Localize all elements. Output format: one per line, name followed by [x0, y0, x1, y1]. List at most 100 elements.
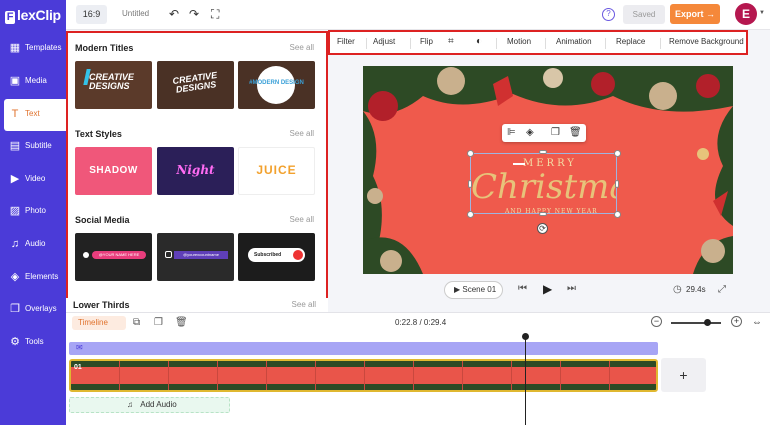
template-thumb[interactable]: SHADOW [75, 147, 152, 195]
template-thumb[interactable]: JUICE [238, 147, 315, 195]
app-logo: FlexClip [5, 7, 61, 24]
saved-button[interactable]: Saved [623, 5, 665, 24]
adjust-button[interactable]: Adjust [373, 37, 395, 46]
floating-element-toolbar: ⊫ ◈ ❐ 🗑 [502, 124, 586, 142]
clip-frame-thumbnail [169, 361, 218, 390]
nav-item-tools[interactable]: ⚙ Tools [0, 327, 66, 359]
play-icon[interactable]: ▶ [543, 282, 552, 296]
resize-handle[interactable] [614, 211, 621, 218]
color-icon[interactable]: ◐ [476, 36, 482, 47]
export-button[interactable]: Export → [670, 4, 720, 24]
nav-item-text[interactable]: T Text [4, 99, 66, 131]
undo-icon[interactable]: ↶ [169, 7, 179, 21]
resize-handle[interactable] [614, 150, 621, 157]
selection-box[interactable] [470, 153, 617, 214]
chevron-down-icon[interactable]: ▼ [759, 10, 765, 16]
aspect-ratio-button[interactable]: 16:9 [76, 5, 107, 24]
video-track-clip[interactable] [69, 359, 658, 392]
layers-icon[interactable]: ◈ [526, 127, 534, 139]
trash-icon[interactable]: 🗑 [175, 317, 188, 328]
zoom-out-icon[interactable]: − [651, 316, 662, 327]
nav-item-elements[interactable]: ◈ Elements [0, 262, 66, 294]
remove-background-button[interactable]: Remove Background [669, 37, 744, 46]
resize-handle[interactable] [467, 150, 474, 157]
clip-frame-thumbnail [365, 361, 414, 390]
clip-frame-thumbnail [561, 361, 610, 390]
animation-button[interactable]: Animation [556, 37, 592, 46]
duplicate-icon[interactable]: ❐ [154, 317, 163, 328]
template-thumb[interactable]: @YOUR NAME HERE [75, 233, 152, 281]
redo-icon[interactable]: ↷ [189, 7, 199, 21]
video-icon: ▶ [10, 173, 20, 185]
text-template-panel: Modern Titles See all CREATIVE DESIGNS C… [66, 31, 328, 311]
text-track-clip[interactable]: ✉ [69, 342, 658, 355]
template-thumb[interactable]: @yourexcountname [157, 233, 234, 281]
help-icon[interactable]: ? [602, 8, 615, 21]
nav-item-audio[interactable]: ♫ Audio [0, 229, 66, 261]
lower-thirds-header: Lower Thirds See all [66, 298, 328, 312]
resize-handle[interactable] [539, 212, 547, 216]
add-audio-label: Add Audio [140, 400, 177, 409]
template-thumb[interactable]: CREATIVE DESIGNS [75, 61, 152, 109]
rotate-icon[interactable]: ⟳ [537, 223, 548, 234]
text-track-icon: ✉ [76, 343, 83, 352]
see-all-lower-thirds[interactable]: See all [292, 300, 316, 309]
nav-item-media[interactable]: ▣ Media [0, 66, 66, 98]
nav-item-photo[interactable]: ▨ Photo [0, 196, 66, 228]
trash-icon[interactable]: 🗑 [569, 127, 582, 139]
previous-icon[interactable]: ⏮ [518, 283, 527, 294]
filter-button[interactable]: Filter [337, 37, 355, 46]
see-all-text-styles[interactable]: See all [290, 129, 314, 138]
resize-handle[interactable] [468, 180, 472, 188]
fit-timeline-icon[interactable]: ⇔ [752, 317, 762, 328]
add-scene-button[interactable]: + [661, 358, 706, 392]
template-thumb[interactable]: Subscribed [238, 233, 315, 281]
see-all-modern-titles[interactable]: See all [290, 43, 314, 52]
subtitle-icon: ▤ [9, 140, 21, 152]
media-icon: ▣ [9, 75, 21, 87]
timeline-button[interactable]: Timeline [72, 316, 126, 330]
toolbar-divider [410, 38, 411, 49]
add-audio-button[interactable]: ♫ Add Audio [69, 397, 230, 413]
playhead[interactable] [525, 338, 526, 425]
zoom-slider[interactable] [671, 322, 721, 324]
section-title-social-media: Social Media [75, 215, 130, 225]
clip-frame-thumbnail [218, 361, 267, 390]
timeline-label: Timeline [78, 318, 108, 327]
element-toolbar: Filter Adjust Flip ⌗ ◐ Motion Animation … [328, 30, 748, 55]
toolbar-divider [605, 38, 606, 49]
fullscreen-icon[interactable]: ⤢ [718, 284, 726, 295]
avatar[interactable]: E [735, 3, 757, 25]
resize-handle[interactable] [539, 150, 547, 154]
template-thumb[interactable]: #MODERN DESIGN [238, 61, 315, 109]
resize-handle[interactable] [615, 180, 619, 188]
nav-item-video[interactable]: ▶ Video [0, 164, 66, 196]
resize-handle[interactable] [467, 211, 474, 218]
toolbar-divider [660, 38, 661, 49]
tiktok-icon [83, 252, 89, 258]
crop-icon[interactable]: ⌗ [448, 36, 454, 47]
clip-frame-thumbnail [610, 361, 656, 390]
motion-button[interactable]: Motion [507, 37, 531, 46]
nav-item-subtitle[interactable]: ▤ Subtitle [0, 131, 66, 163]
zoom-slider-knob[interactable] [703, 319, 711, 326]
editor-app: FlexClip ▦ Templates ▣ Media T Text ▤ Subtit… [0, 0, 770, 425]
split-icon[interactable]: ⧉ [133, 317, 140, 328]
nav-item-templates[interactable]: ▦ Templates [0, 33, 66, 65]
nav-item-overlays[interactable]: ❐ Overlays [0, 294, 66, 326]
align-icon[interactable]: ⊫ [507, 127, 516, 139]
zoom-in-icon[interactable]: + [731, 316, 742, 327]
overlays-icon: ❐ [10, 303, 20, 315]
flip-button[interactable]: Flip [420, 37, 433, 46]
template-thumb[interactable]: Night [157, 147, 234, 195]
left-nav: FlexClip ▦ Templates ▣ Media T Text ▤ Subtit… [0, 0, 66, 425]
replace-button[interactable]: Replace [616, 37, 645, 46]
logo-mark-icon: F [5, 11, 15, 24]
next-icon[interactable]: ⏭ [567, 283, 576, 294]
fullscreen-icon[interactable]: ⛶ [211, 7, 219, 21]
template-thumb[interactable]: CREATIVE DESIGNS [157, 61, 234, 109]
duplicate-icon[interactable]: ❐ [551, 127, 560, 139]
scene-selector-button[interactable]: ▶ Scene 01 [444, 281, 503, 299]
see-all-social-media[interactable]: See all [290, 215, 314, 224]
project-name[interactable]: Untitled [122, 9, 149, 18]
